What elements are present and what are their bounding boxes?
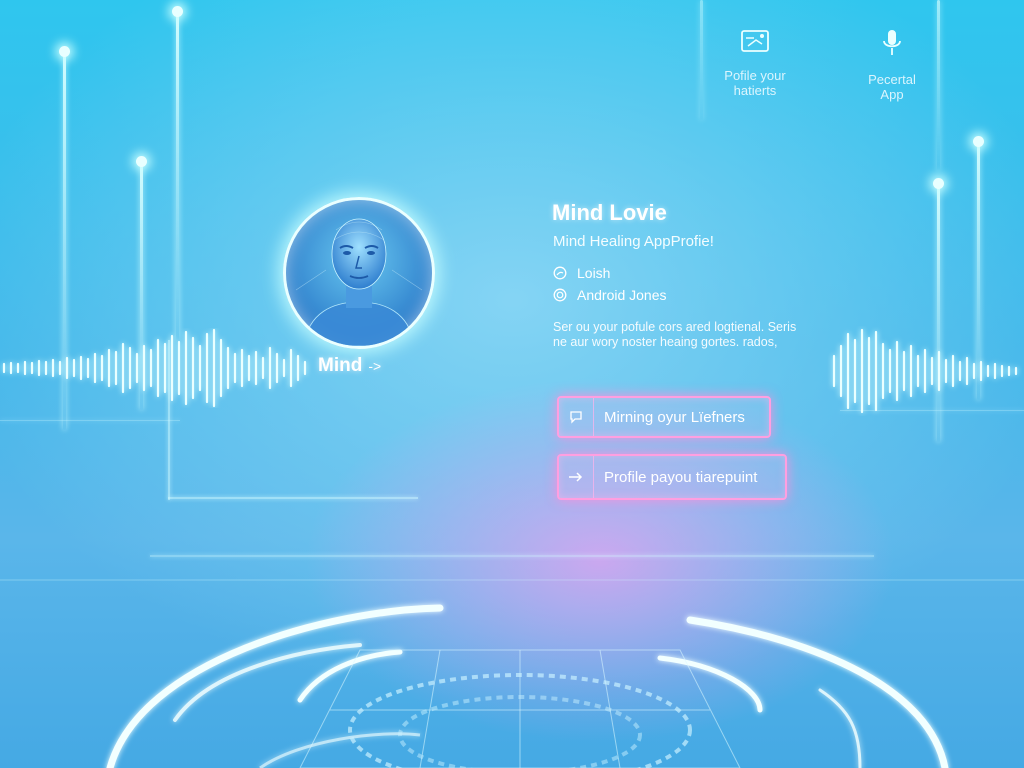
meta-text: Loish <box>577 265 611 281</box>
mind-link[interactable]: Mind -> <box>318 355 381 377</box>
user-circle-icon <box>553 266 567 280</box>
arrow-right-icon: -> <box>368 358 382 374</box>
holographic-floor <box>0 579 1024 768</box>
profile-subtitle: Mind Healing AppProfie! <box>553 233 714 250</box>
meta-text: Android Jones <box>577 287 667 303</box>
nav-label-line1: Pecertal <box>868 72 916 87</box>
waveform-right <box>832 328 1018 414</box>
arrow-right-icon <box>559 456 594 498</box>
profile-name: Mind Lovie <box>552 200 667 225</box>
nav-label-line2: hatierts <box>733 83 777 98</box>
nav-label-line2: App <box>880 87 904 102</box>
nav-profile-patients[interactable]: Pofile your hatierts <box>695 28 815 98</box>
meta-row-artist: Android Jones <box>553 287 667 303</box>
microphone-icon <box>883 30 901 55</box>
profile-description: Ser ou your pofule cors ared logtienal. … <box>553 320 797 349</box>
frame-line <box>0 420 180 421</box>
nav-personal-app[interactable]: Pecertal App <box>832 28 952 102</box>
avatar[interactable] <box>283 197 435 349</box>
light-beam <box>172 6 183 340</box>
action-label: Profile payou tiarepuint <box>604 468 758 486</box>
background-scene <box>0 0 1024 768</box>
badge-icon <box>553 288 567 302</box>
profile-card-icon <box>741 30 769 52</box>
frame-line <box>168 497 418 499</box>
meta-row-author: Loish <box>553 265 610 281</box>
waveform-left <box>2 328 307 408</box>
avatar-face-illustration <box>295 218 423 346</box>
mind-link-label: Mind <box>318 355 363 376</box>
chat-bubble-icon <box>559 398 594 436</box>
action-button-profile[interactable]: Profile payou tiarepuint <box>557 454 787 500</box>
action-button-listeners[interactable]: Mirning oyur Lïefners <box>557 396 771 438</box>
action-label: Mirning oyur Lïefners <box>604 408 745 426</box>
nav-label-line1: Pofile your <box>724 68 786 83</box>
